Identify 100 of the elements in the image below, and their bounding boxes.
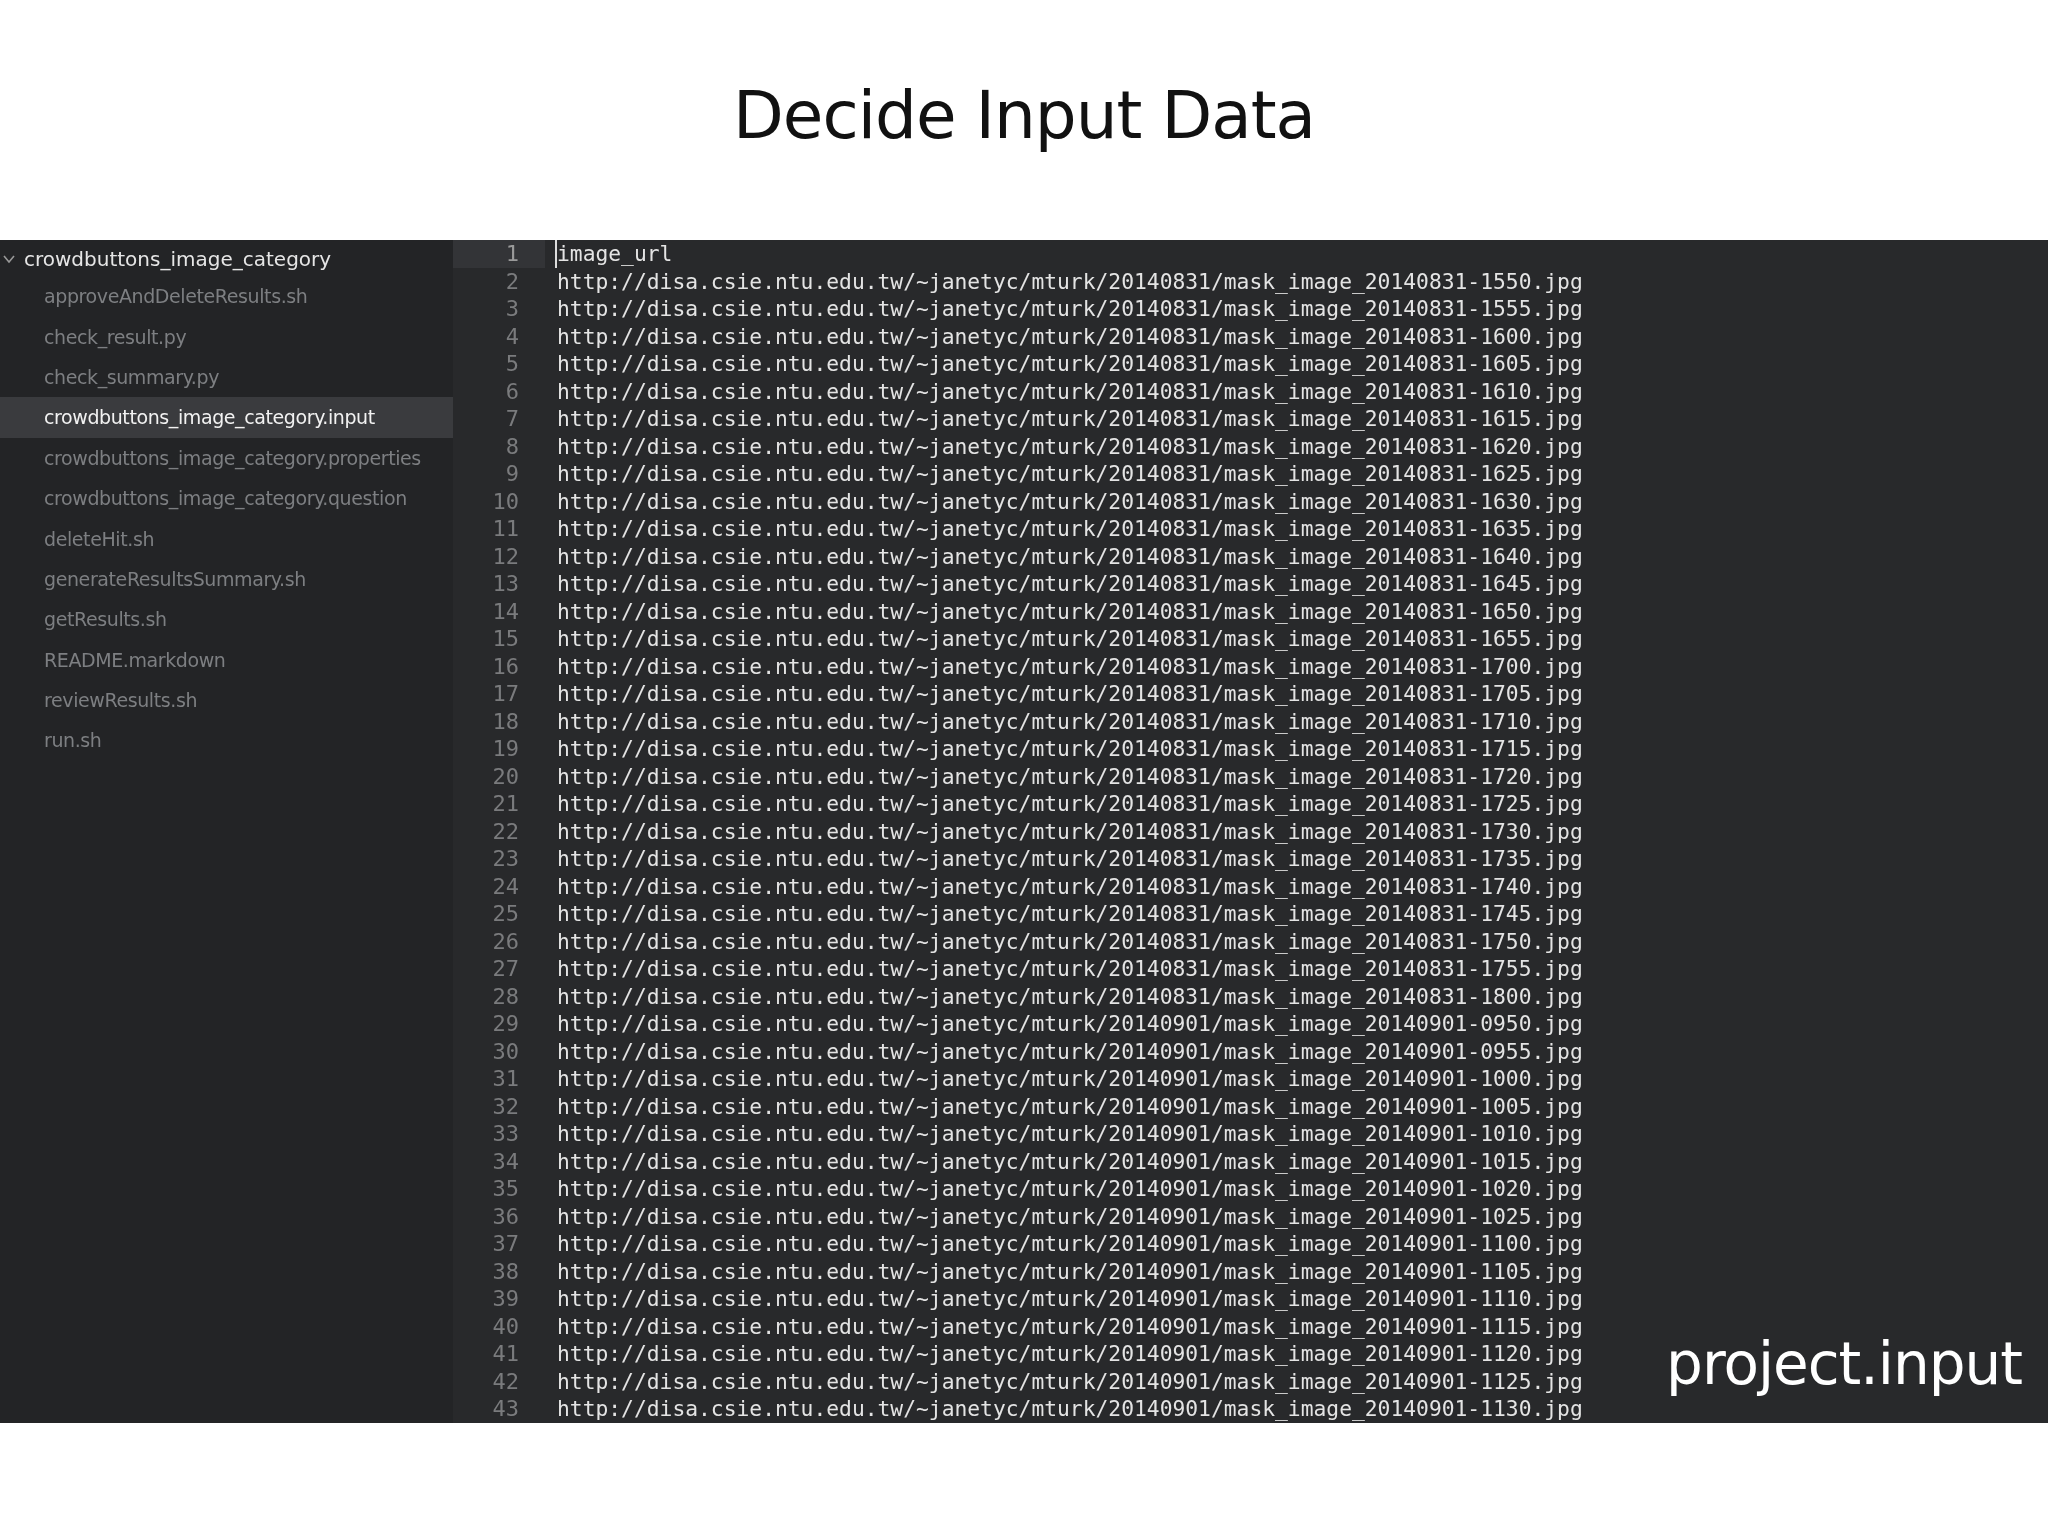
code-line: http://disa.csie.ntu.edu.tw/~janetyc/mturk/20140831/mask_image_20140831-1655.jpg — [556, 625, 1583, 653]
code-line: http://disa.csie.ntu.edu.tw/~janetyc/mturk/20140901/mask_image_20140901-1105.jpg — [556, 1257, 1583, 1285]
line-number: 23 — [491, 845, 520, 873]
slide-title: Decide Input Data — [733, 76, 1315, 154]
file-item[interactable]: getResults.sh — [0, 599, 453, 640]
file-item[interactable]: reviewResults.sh — [0, 679, 453, 721]
line-number: 5 — [504, 350, 520, 378]
code-line: http://disa.csie.ntu.edu.tw/~janetyc/mturk/20140831/mask_image_20140831-1630.jpg — [556, 487, 1583, 515]
code-line: http://disa.csie.ntu.edu.tw/~janetyc/mturk/20140901/mask_image_20140901-1005.jpg — [556, 1092, 1583, 1120]
code-line: http://disa.csie.ntu.edu.tw/~janetyc/mturk/20140831/mask_image_20140831-1635.jpg — [556, 515, 1583, 543]
line-number: 34 — [491, 1147, 520, 1175]
line-number: 18 — [491, 707, 520, 735]
code-line: http://disa.csie.ntu.edu.tw/~janetyc/mturk/20140831/mask_image_20140831-1600.jpg — [556, 322, 1583, 350]
code-line: http://disa.csie.ntu.edu.tw/~janetyc/mturk/20140831/mask_image_20140831-1740.jpg — [556, 872, 1583, 900]
code-line: http://disa.csie.ntu.edu.tw/~janetyc/mturk/20140831/mask_image_20140831-1720.jpg — [556, 762, 1583, 790]
code-line: http://disa.csie.ntu.edu.tw/~janetyc/mturk/20140831/mask_image_20140831-1705.jpg — [556, 680, 1583, 708]
file-item[interactable]: deleteHit.sh — [0, 518, 453, 559]
line-number: 15 — [491, 625, 520, 653]
code-line: http://disa.csie.ntu.edu.tw/~janetyc/mturk/20140831/mask_image_20140831-1640.jpg — [556, 542, 1583, 570]
line-number: 6 — [504, 377, 520, 405]
file-item[interactable]: run.sh — [0, 720, 453, 761]
line-number: 39 — [491, 1285, 520, 1313]
code-line: http://disa.csie.ntu.edu.tw/~janetyc/mturk/20140901/mask_image_20140901-1025.jpg — [556, 1202, 1583, 1230]
line-number: 21 — [491, 790, 520, 818]
line-number: 1 — [453, 240, 545, 268]
line-number: 16 — [491, 652, 520, 680]
line-number: 37 — [491, 1230, 520, 1258]
line-number: 12 — [491, 542, 520, 570]
code-line: http://disa.csie.ntu.edu.tw/~janetyc/mturk/20140831/mask_image_20140831-1730.jpg — [556, 817, 1583, 845]
line-number: 40 — [491, 1312, 520, 1340]
code-line: http://disa.csie.ntu.edu.tw/~janetyc/mturk/20140901/mask_image_20140901-0955.jpg — [556, 1037, 1583, 1065]
line-number: 28 — [491, 982, 520, 1010]
code-line: http://disa.csie.ntu.edu.tw/~janetyc/mturk/20140831/mask_image_20140831-1735.jpg — [556, 845, 1583, 873]
line-number: 30 — [491, 1037, 520, 1065]
line-number: 14 — [491, 597, 520, 625]
file-item[interactable]: check_summary.py — [0, 356, 453, 398]
code-line: http://disa.csie.ntu.edu.tw/~janetyc/mturk/20140831/mask_image_20140831-1610.jpg — [556, 377, 1583, 405]
code-line: http://disa.csie.ntu.edu.tw/~janetyc/mturk/20140901/mask_image_20140901-1130.jpg — [556, 1395, 1583, 1423]
line-number: 26 — [491, 927, 520, 955]
code-line: http://disa.csie.ntu.edu.tw/~janetyc/mturk/20140901/mask_image_20140901-1120.jpg — [556, 1340, 1583, 1368]
line-number: 3 — [504, 295, 520, 323]
line-number: 11 — [491, 515, 520, 543]
code-line: http://disa.csie.ntu.edu.tw/~janetyc/mturk/20140901/mask_image_20140901-0950.jpg — [556, 1010, 1583, 1038]
code-line: http://disa.csie.ntu.edu.tw/~janetyc/mturk/20140901/mask_image_20140901-1010.jpg — [556, 1120, 1583, 1148]
file-item[interactable]: check_result.py — [0, 316, 453, 357]
code-line: http://disa.csie.ntu.edu.tw/~janetyc/mturk/20140831/mask_image_20140831-1710.jpg — [556, 707, 1583, 735]
code-line: http://disa.csie.ntu.edu.tw/~janetyc/mturk/20140831/mask_image_20140831-1645.jpg — [556, 570, 1583, 598]
folder-label[interactable]: crowdbuttons_image_category — [24, 247, 332, 271]
slide-caption: project.input — [1666, 1330, 2022, 1398]
code-line: http://disa.csie.ntu.edu.tw/~janetyc/mturk/20140831/mask_image_20140831-1745.jpg — [556, 900, 1583, 928]
code-line: http://disa.csie.ntu.edu.tw/~janetyc/mturk/20140901/mask_image_20140901-1100.jpg — [556, 1230, 1583, 1258]
code-line: http://disa.csie.ntu.edu.tw/~janetyc/mturk/20140901/mask_image_20140901-1000.jpg — [556, 1065, 1583, 1093]
line-number: 10 — [491, 487, 520, 515]
file-item[interactable]: README.markdown — [0, 639, 453, 680]
code-line: http://disa.csie.ntu.edu.tw/~janetyc/mturk/20140831/mask_image_20140831-1715.jpg — [556, 735, 1583, 763]
code-line: http://disa.csie.ntu.edu.tw/~janetyc/mturk/20140831/mask_image_20140831-1605.jpg — [556, 350, 1583, 378]
code-line: http://disa.csie.ntu.edu.tw/~janetyc/mturk/20140831/mask_image_20140831-1800.jpg — [556, 982, 1583, 1010]
code-line: http://disa.csie.ntu.edu.tw/~janetyc/mturk/20140831/mask_image_20140831-1620.jpg — [556, 432, 1583, 460]
file-item[interactable]: crowdbuttons_image_category.input — [0, 397, 453, 438]
line-number: 27 — [491, 955, 520, 983]
line-number: 8 — [504, 432, 520, 460]
line-number: 35 — [491, 1175, 520, 1203]
line-number: 4 — [504, 322, 520, 350]
line-number: 31 — [491, 1065, 520, 1093]
line-number: 24 — [491, 872, 520, 900]
line-number: 22 — [491, 817, 520, 845]
code-line: http://disa.csie.ntu.edu.tw/~janetyc/mturk/20140831/mask_image_20140831-1725.jpg — [556, 790, 1583, 818]
code-line: http://disa.csie.ntu.edu.tw/~janetyc/mturk/20140901/mask_image_20140901-1115.jpg — [556, 1312, 1583, 1340]
line-number: 17 — [491, 680, 520, 708]
line-number: 9 — [504, 460, 520, 488]
line-number: 13 — [491, 570, 520, 598]
code-line: http://disa.csie.ntu.edu.tw/~janetyc/mturk/20140831/mask_image_20140831-1625.jpg — [556, 460, 1583, 488]
file-item[interactable]: approveAndDeleteResults.sh — [0, 276, 453, 317]
line-number: 42 — [491, 1367, 520, 1395]
line-number: 7 — [504, 405, 520, 433]
line-number: 25 — [491, 900, 520, 928]
code-line: http://disa.csie.ntu.edu.tw/~janetyc/mturk/20140831/mask_image_20140831-1555.jpg — [556, 295, 1583, 323]
line-number: 41 — [491, 1340, 520, 1368]
line-number: 29 — [491, 1010, 520, 1038]
code-line: http://disa.csie.ntu.edu.tw/~janetyc/mturk/20140901/mask_image_20140901-1015.jpg — [556, 1147, 1583, 1175]
line-number: 2 — [504, 267, 520, 295]
code-line: http://disa.csie.ntu.edu.tw/~janetyc/mturk/20140831/mask_image_20140831-1750.jpg — [556, 927, 1583, 955]
code-line: http://disa.csie.ntu.edu.tw/~janetyc/mturk/20140831/mask_image_20140831-1755.jpg — [556, 955, 1583, 983]
code-line: http://disa.csie.ntu.edu.tw/~janetyc/mturk/20140901/mask_image_20140901-1020.jpg — [556, 1175, 1583, 1203]
code-line: http://disa.csie.ntu.edu.tw/~janetyc/mturk/20140901/mask_image_20140901-1110.jpg — [556, 1285, 1583, 1313]
line-number: 20 — [491, 762, 520, 790]
file-item[interactable]: crowdbuttons_image_category.question — [0, 477, 453, 519]
code-line: image_url — [555, 240, 673, 268]
line-number: 32 — [491, 1092, 520, 1120]
line-number: 36 — [491, 1202, 520, 1230]
code-line: http://disa.csie.ntu.edu.tw/~janetyc/mturk/20140831/mask_image_20140831-1700.jpg — [556, 652, 1583, 680]
code-line: http://disa.csie.ntu.edu.tw/~janetyc/mturk/20140831/mask_image_20140831-1615.jpg — [556, 405, 1583, 433]
file-item[interactable]: generateResultsSummary.sh — [0, 558, 453, 600]
line-number: 33 — [491, 1120, 520, 1148]
line-number: 38 — [491, 1257, 520, 1285]
line-number: 43 — [491, 1395, 520, 1423]
code-line: http://disa.csie.ntu.edu.tw/~janetyc/mturk/20140831/mask_image_20140831-1650.jpg — [556, 597, 1583, 625]
file-item[interactable]: crowdbuttons_image_category.properties — [0, 437, 453, 478]
code-line: http://disa.csie.ntu.edu.tw/~janetyc/mturk/20140831/mask_image_20140831-1550.jpg — [556, 267, 1583, 295]
code-line: http://disa.csie.ntu.edu.tw/~janetyc/mturk/20140901/mask_image_20140901-1125.jpg — [556, 1367, 1583, 1395]
